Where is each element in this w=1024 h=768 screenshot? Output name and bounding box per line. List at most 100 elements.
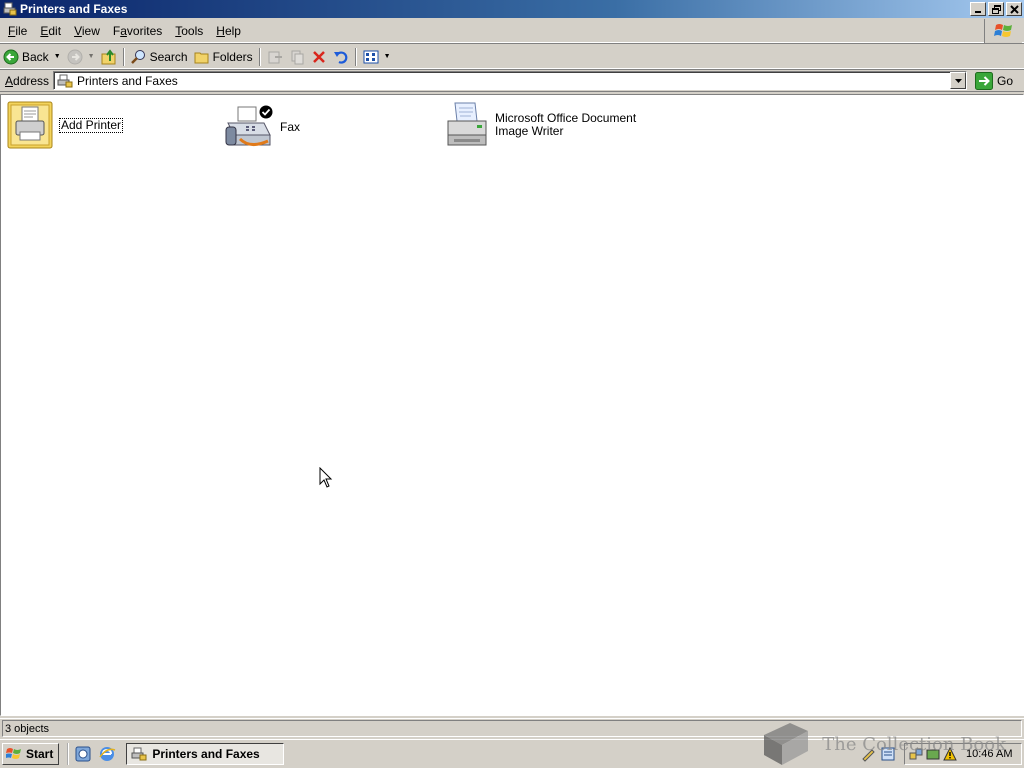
menu-favorites-rest: vorites: [126, 23, 163, 38]
menu-file[interactable]: File: [3, 24, 32, 38]
title-bar[interactable]: Printers and Faxes: [0, 0, 1024, 18]
address-label-rest: ddress: [13, 73, 50, 88]
undo-icon: [333, 50, 347, 64]
folders-label: Folders: [212, 49, 253, 64]
fax-icon: [225, 105, 273, 146]
move-to-button[interactable]: [264, 46, 286, 68]
folder-up-icon: [101, 48, 116, 64]
item-fax[interactable]: Fax: [224, 105, 300, 149]
search-label: Search: [149, 49, 188, 64]
minimize-icon: [975, 11, 981, 13]
standard-toolbar: Back ▼ ▼ Search Folders ▼: [0, 45, 1024, 69]
address-dropdown-button[interactable]: [950, 72, 967, 89]
go-arrow-icon: [975, 71, 994, 90]
back-arrow-icon: [3, 49, 19, 64]
minimize-button[interactable]: [970, 2, 986, 16]
item-label: Add Printer: [59, 117, 124, 133]
printers-folder-icon: [3, 2, 17, 16]
windows-flag-icon: [6, 748, 21, 759]
task-label: Printers and Faxes: [152, 747, 260, 761]
views-dropdown-icon[interactable]: ▼: [384, 53, 391, 60]
network-icon[interactable]: [909, 747, 923, 761]
back-dropdown-icon[interactable]: ▼: [54, 53, 61, 60]
address-value: Printers and Faxes: [77, 73, 178, 88]
restore-button[interactable]: [988, 2, 1004, 16]
warning-icon[interactable]: [943, 747, 957, 761]
start-button[interactable]: Start: [2, 743, 60, 765]
pencil-icon[interactable]: [860, 746, 876, 762]
toolbar-separator: [122, 47, 125, 66]
forward-dropdown-icon[interactable]: ▼: [88, 53, 95, 60]
move-to-icon: [268, 51, 282, 63]
delete-button[interactable]: [308, 46, 330, 68]
printer-icon: [447, 102, 487, 146]
address-input[interactable]: Printers and Faxes: [53, 71, 968, 90]
menu-view-rest: iew: [81, 23, 100, 38]
back-label: Back: [22, 49, 49, 64]
quick-launch: [67, 743, 116, 765]
menu-help-accel: H: [216, 23, 225, 38]
windows-logo: [984, 19, 1022, 43]
window-title: Printers and Faxes: [20, 2, 128, 16]
security-icon[interactable]: [926, 747, 940, 761]
close-button[interactable]: [1006, 2, 1022, 16]
status-bar: 3 objects: [0, 718, 1024, 738]
server-management-icon[interactable]: [74, 745, 92, 763]
status-text: 3 objects: [5, 722, 50, 735]
menu-help[interactable]: Help: [211, 24, 246, 38]
mouse-pointer-icon: [319, 467, 333, 488]
delete-x-icon: [312, 50, 325, 63]
menu-tools-rest: ools: [181, 23, 204, 38]
folder-view[interactable]: Add Printer Fax Microsoft Office Documen…: [0, 94, 1024, 716]
add-printer-icon: [7, 101, 53, 149]
menu-file-rest: ile: [15, 23, 28, 38]
go-button[interactable]: Go: [975, 71, 1014, 90]
notepad-icon[interactable]: [880, 746, 896, 762]
copy-to-icon: [291, 50, 304, 64]
restore-icon: [991, 4, 1001, 14]
taskbar: Start Printers and Faxes 10:46 AM: [0, 739, 1024, 768]
forward-arrow-icon: [67, 49, 83, 64]
back-button[interactable]: Back ▼: [0, 46, 64, 68]
menu-favorites[interactable]: Favorites: [108, 24, 167, 38]
menu-view[interactable]: View: [69, 24, 105, 38]
toolbar-separator: [258, 47, 261, 66]
item-office-document-image-writer[interactable]: Microsoft Office Document Image Writer: [445, 101, 636, 149]
chevron-down-icon: [954, 78, 962, 83]
address-label-accel: A: [5, 73, 14, 88]
close-icon: [1009, 4, 1019, 14]
toolbar-icons: [860, 746, 896, 762]
start-label: Start: [26, 747, 54, 761]
menu-bar: File Edit View Favorites Tools Help: [0, 19, 1024, 43]
folders-button[interactable]: Folders: [191, 46, 256, 68]
item-label-line2: Image Writer: [495, 124, 564, 138]
item-label: Fax: [280, 119, 301, 134]
menu-view-accel: V: [74, 23, 82, 38]
address-label: Address: [0, 74, 53, 88]
search-button[interactable]: Search: [128, 46, 191, 68]
item-add-printer[interactable]: Add Printer: [7, 101, 124, 149]
views-icon: [363, 50, 379, 63]
menu-favorites-accel: a: [120, 23, 127, 38]
search-icon: [130, 49, 145, 64]
menu-edit[interactable]: Edit: [35, 24, 66, 38]
menu-tools[interactable]: Tools: [170, 24, 208, 38]
printers-folder-icon: [57, 74, 73, 87]
item-label-line1: Microsoft Office Document: [495, 111, 637, 125]
go-label: Go: [997, 73, 1014, 88]
copy-to-button[interactable]: [286, 46, 308, 68]
menu-edit-rest: dit: [48, 23, 62, 38]
address-bar: Address Printers and Faxes Go: [0, 70, 1024, 92]
undo-button[interactable]: [330, 46, 352, 68]
toolbar-separator: [354, 47, 357, 66]
clock[interactable]: 10:46 AM: [966, 748, 1012, 760]
status-panel: 3 objects: [2, 720, 1022, 737]
system-tray: 10:46 AM: [904, 743, 1022, 765]
up-folder-button[interactable]: [98, 46, 120, 68]
internet-explorer-icon[interactable]: [98, 745, 116, 763]
taskbar-button-printers-and-faxes[interactable]: Printers and Faxes: [126, 743, 285, 765]
windows-flag-icon: [993, 24, 1012, 37]
forward-button[interactable]: ▼: [64, 46, 98, 68]
printers-folder-icon: [131, 747, 147, 761]
views-button[interactable]: ▼: [360, 46, 394, 68]
